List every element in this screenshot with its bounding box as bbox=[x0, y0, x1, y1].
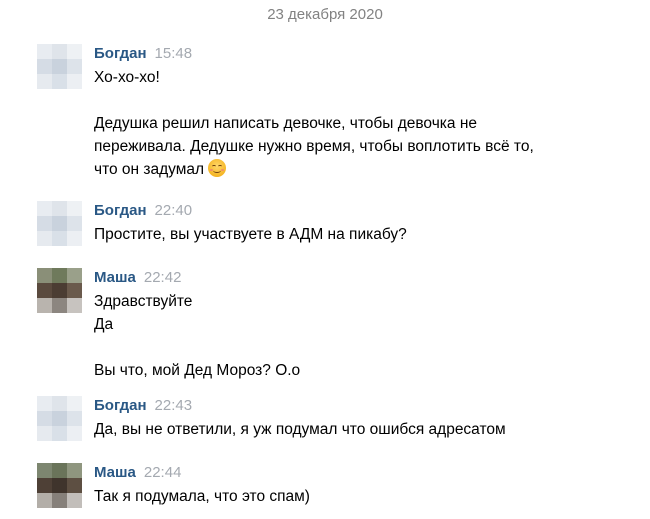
message-text: Здравствуйте Да Вы что, мой Дед Мороз? О… bbox=[94, 290, 574, 382]
message-header: Маша 22:44 bbox=[94, 463, 181, 483]
message-header: Богдан 22:40 bbox=[94, 201, 192, 221]
message-line: Дедушка решил написать девочке, чтобы де… bbox=[94, 115, 478, 132]
avatar[interactable] bbox=[37, 201, 82, 246]
message-time[interactable]: 22:44 bbox=[144, 464, 182, 481]
avatar[interactable] bbox=[37, 268, 82, 313]
message-line: Простите, вы участвуете в АДМ на пикабу? bbox=[94, 226, 407, 243]
message-line: Так я подумала, что это спам) bbox=[94, 488, 310, 505]
message-text: Хо-хо-хо! Дедушка решил написать девочке… bbox=[94, 66, 574, 181]
date-separator: 23 декабря 2020 bbox=[267, 6, 383, 23]
avatar[interactable] bbox=[37, 44, 82, 89]
message-line: Хо-хо-хо! bbox=[94, 69, 160, 86]
message-line: переживала. Дедушке нужно время, чтобы в… bbox=[94, 138, 534, 155]
message-line: Вы что, мой Дед Мороз? О.о bbox=[94, 362, 301, 379]
message-text: Да, вы не ответили, я уж подумал что оши… bbox=[94, 418, 574, 441]
author-name[interactable]: Богдан bbox=[94, 45, 147, 62]
message-header: Богдан 15:48 bbox=[94, 44, 192, 64]
smiling-face-icon bbox=[208, 159, 227, 177]
message-text: Простите, вы участвуете в АДМ на пикабу? bbox=[94, 223, 574, 246]
message-line-with-emoji: что он задумал bbox=[94, 158, 574, 181]
message-time[interactable]: 15:48 bbox=[155, 45, 193, 62]
avatar[interactable] bbox=[37, 396, 82, 441]
message-line-text: что он задумал bbox=[94, 161, 205, 178]
author-name[interactable]: Маша bbox=[94, 464, 136, 481]
author-name[interactable]: Маша bbox=[94, 269, 136, 286]
message-header: Маша 22:42 bbox=[94, 268, 181, 288]
author-name[interactable]: Богдан bbox=[94, 397, 147, 414]
message-header: Богдан 22:43 bbox=[94, 396, 192, 416]
message-line: Здравствуйте bbox=[94, 293, 193, 310]
message-line: Да, вы не ответили, я уж подумал что оши… bbox=[94, 421, 506, 438]
message-time[interactable]: 22:42 bbox=[144, 269, 182, 286]
message-time[interactable]: 22:40 bbox=[155, 202, 193, 219]
message-line: Да bbox=[94, 316, 114, 333]
message-text: Так я подумала, что это спам) bbox=[94, 485, 574, 508]
avatar[interactable] bbox=[37, 463, 82, 508]
author-name[interactable]: Богдан bbox=[94, 202, 147, 219]
message-time[interactable]: 22:43 bbox=[155, 397, 193, 414]
